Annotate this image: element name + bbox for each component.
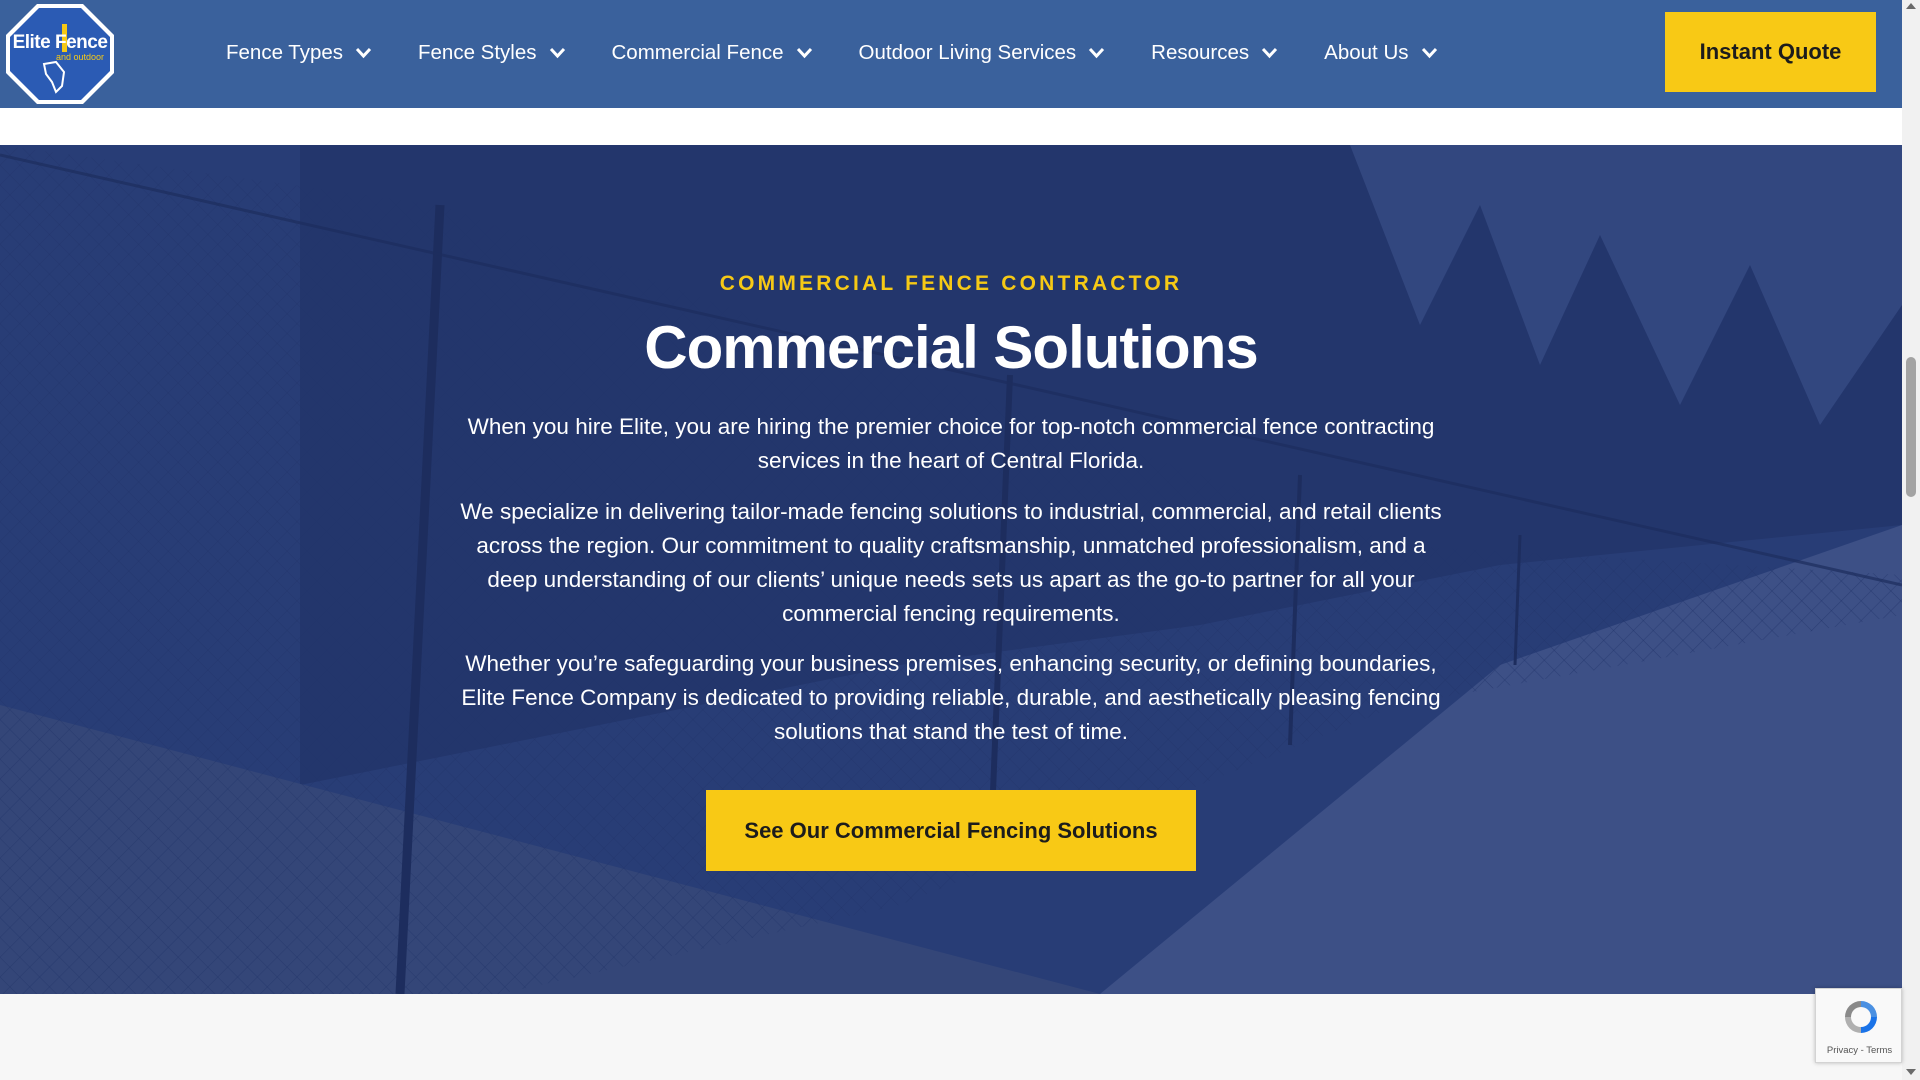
chevron-down-icon bbox=[549, 47, 566, 59]
scroll-down-arrow-icon[interactable] bbox=[1906, 1069, 1916, 1075]
nav-item-label: Resources bbox=[1151, 41, 1250, 64]
commercial-solutions-button[interactable]: See Our Commercial Fencing Solutions bbox=[706, 790, 1196, 871]
nav-item-label: About Us bbox=[1324, 41, 1409, 64]
chevron-down-icon bbox=[1421, 47, 1438, 59]
hero-paragraph: When you hire Elite, you are hiring the … bbox=[467, 414, 1435, 473]
nav-item-label: Outdoor Living Services bbox=[858, 41, 1077, 64]
chevron-down-icon bbox=[796, 47, 813, 59]
hero-title: Commercial Solutions bbox=[644, 314, 1258, 381]
nav-item-resources[interactable]: Resources bbox=[1151, 41, 1278, 65]
nav-item-outdoor-living-services[interactable]: Outdoor Living Services bbox=[859, 41, 1106, 65]
hero-section: COMMERCIAL FENCE CONTRACTOR Commercial S… bbox=[0, 145, 1902, 994]
nav-item-commercial-fence[interactable]: Commercial Fence bbox=[612, 41, 813, 65]
hero-eyebrow: COMMERCIAL FENCE CONTRACTOR bbox=[719, 272, 1183, 295]
logo-name: Elite Fence bbox=[12, 32, 108, 53]
main-nav: Fence Types Fence Styles Commercial Fenc… bbox=[226, 0, 1484, 106]
recaptcha-badge[interactable]: Privacy - Terms bbox=[1815, 988, 1902, 1063]
nav-item-label: Fence Types bbox=[226, 41, 343, 64]
site-header: Elite Fence and outdoor Fence Types Fenc… bbox=[0, 0, 1902, 108]
chevron-down-icon bbox=[355, 47, 372, 59]
hero-paragraph: We specialize in delivering tailor-made … bbox=[460, 499, 1442, 626]
hero-paragraph: Whether you’re safeguarding your busines… bbox=[461, 651, 1441, 744]
instant-quote-button[interactable]: Instant Quote bbox=[1665, 12, 1876, 92]
chevron-down-icon bbox=[1088, 47, 1105, 59]
nav-item-fence-styles[interactable]: Fence Styles bbox=[418, 41, 566, 65]
nav-item-fence-types[interactable]: Fence Types bbox=[226, 41, 372, 65]
nav-item-about-us[interactable]: About Us bbox=[1324, 41, 1437, 65]
recaptcha-privacy-terms[interactable]: Privacy - Terms bbox=[1816, 1045, 1903, 1056]
header-spacer bbox=[0, 108, 1902, 145]
scrollbar-thumb[interactable] bbox=[1906, 357, 1916, 497]
recaptcha-icon bbox=[1845, 1001, 1877, 1033]
logo-subtitle: and outdoor bbox=[56, 52, 105, 62]
nav-item-label: Commercial Fence bbox=[611, 41, 784, 64]
chevron-down-icon bbox=[1261, 47, 1278, 59]
nav-item-label: Fence Styles bbox=[418, 41, 537, 64]
page-scrollbar[interactable] bbox=[1902, 0, 1920, 1080]
scroll-up-arrow-icon[interactable] bbox=[1906, 3, 1916, 9]
site-logo[interactable]: Elite Fence and outdoor bbox=[4, 2, 116, 106]
